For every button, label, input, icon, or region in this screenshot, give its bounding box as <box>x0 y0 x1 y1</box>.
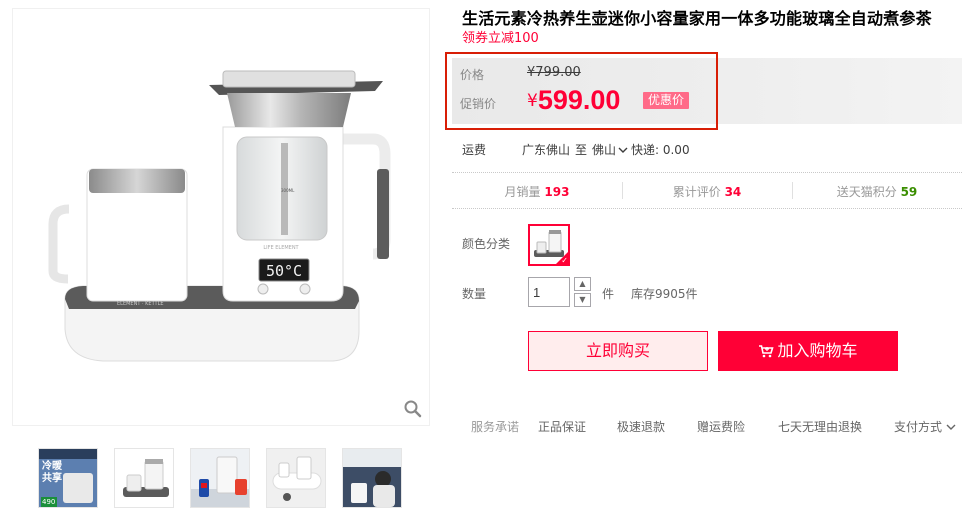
chevron-down-icon <box>618 147 628 153</box>
quantity-input[interactable] <box>528 277 570 307</box>
shipping-label: 运费 <box>462 143 487 157</box>
svg-text:ELEMENT · KETTLE: ELEMENT · KETTLE <box>117 301 164 307</box>
magnifier-icon[interactable] <box>403 399 423 419</box>
decrease-button[interactable]: ▼ <box>574 293 591 307</box>
promo-price: ¥599.00 <box>527 85 620 116</box>
cart-icon <box>759 345 775 358</box>
promo-price-value: 599.00 <box>537 85 621 115</box>
color-label: 颜色分类 <box>462 237 511 251</box>
color-option-white[interactable]: ✓ <box>528 224 570 266</box>
buy-now-button[interactable]: 立即购买 <box>528 331 708 371</box>
service-fast-refund[interactable]: 极速退款 <box>617 418 665 435</box>
stat-points-value: 59 <box>900 185 918 199</box>
thumbnail-4[interactable] <box>266 448 326 508</box>
checkmark-icon: ✓ <box>561 256 568 265</box>
thumbnail-1-text-2: 共享 <box>42 473 62 484</box>
thumbnail-1[interactable]: 冷暖 共享 490 <box>38 448 98 508</box>
stat-reviews-label: 累计评价 <box>672 185 721 199</box>
promo-tag-badge: 优惠价 <box>643 92 690 109</box>
increase-button[interactable]: ▲ <box>574 277 591 291</box>
stat-points: 送天猫积分 59 <box>792 183 962 200</box>
shipping-destination: 佛山 <box>592 143 617 157</box>
svg-text:300ML: 300ML <box>281 188 295 193</box>
shipping-destination-select[interactable]: 佛山 <box>592 141 628 158</box>
thumbnail-5[interactable] <box>342 448 402 508</box>
service-label: 服务承诺 <box>471 420 520 434</box>
promo-price-label: 促销价 <box>460 97 497 111</box>
stat-reviews-value: 34 <box>724 185 742 199</box>
stock-count: 库存9905件 <box>631 287 698 301</box>
shipping-from: 广东佛山 <box>522 143 571 157</box>
original-price: ¥799.00 <box>527 65 581 80</box>
payment-methods-dropdown[interactable]: 支付方式 <box>894 418 956 435</box>
stats-bar: 月销量 193 累计评价 34 送天猫积分 59 <box>452 172 962 209</box>
shipping-express-fee: 快递: 0.00 <box>631 143 690 157</box>
service-shipping-insurance[interactable]: 赠运费险 <box>697 418 745 435</box>
thumbnail-2[interactable] <box>114 448 174 508</box>
coupon-subtitle[interactable]: 领券立减100 <box>462 27 539 46</box>
stat-monthly-sales-label: 月销量 <box>504 185 541 199</box>
main-product-image[interactable]: ELEMENT · KETTLE 300ML LIFE ELEMENT 50°C <box>12 8 430 426</box>
buy-now-label: 立即购买 <box>585 341 650 360</box>
original-price-label: 价格 <box>460 68 485 82</box>
display-readout: 50°C <box>266 262 302 280</box>
thumbnail-strip: 冷暖 共享 490 <box>38 448 402 508</box>
add-to-cart-label: 加入购物车 <box>777 341 858 360</box>
shipping-to-word: 至 <box>575 143 588 157</box>
stat-reviews[interactable]: 累计评价 34 <box>622 183 792 200</box>
svg-text:LIFE ELEMENT: LIFE ELEMENT <box>263 245 299 251</box>
chevron-down-icon <box>946 424 956 430</box>
service-genuine[interactable]: 正品保证 <box>538 418 586 435</box>
quantity-unit: 件 <box>602 287 615 301</box>
product-illustration: ELEMENT · KETTLE 300ML LIFE ELEMENT 50°C <box>48 70 391 362</box>
product-title: 生活元素冷热养生壶迷你小容量家用一体多功能玻璃全自动煮参茶 <box>462 9 932 28</box>
service-seven-day-return[interactable]: 七天无理由退换 <box>778 418 862 435</box>
payment-methods-label: 支付方式 <box>894 420 943 434</box>
stat-points-label: 送天猫积分 <box>836 185 897 199</box>
quantity-label: 数量 <box>462 287 487 301</box>
currency-symbol: ¥ <box>527 91 538 111</box>
thumbnail-3[interactable] <box>190 448 250 508</box>
thumbnail-1-badge: 490 <box>42 498 56 506</box>
stat-monthly-sales-value: 193 <box>544 185 570 199</box>
add-to-cart-button[interactable]: 加入购物车 <box>718 331 898 371</box>
thumbnail-1-text-1: 冷暖 <box>42 461 62 472</box>
stat-monthly-sales: 月销量 193 <box>452 183 622 200</box>
